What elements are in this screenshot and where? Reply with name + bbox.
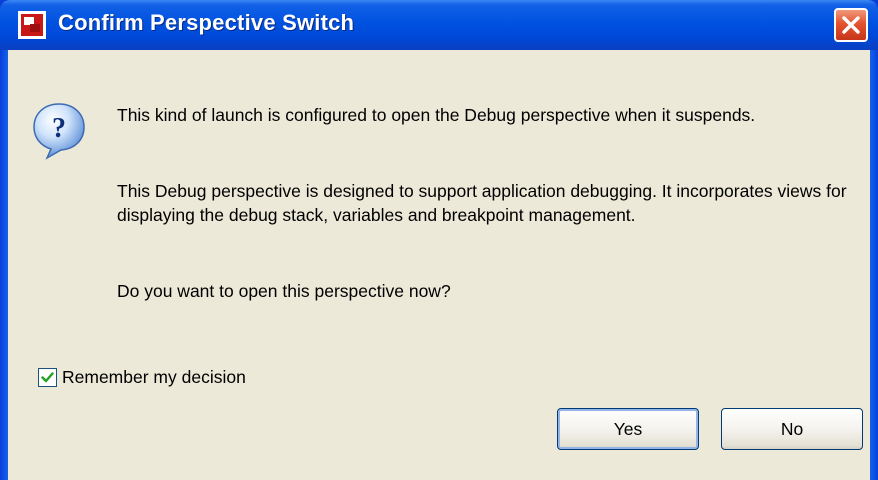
remember-decision-checkbox-row[interactable]: Remember my decision	[38, 366, 246, 388]
close-button[interactable]	[834, 8, 868, 42]
remember-decision-label[interactable]: Remember my decision	[62, 367, 246, 388]
window-title: Confirm Perspective Switch	[58, 10, 355, 35]
svg-text:?: ?	[52, 113, 66, 144]
close-icon	[842, 16, 860, 34]
window-frame-left	[0, 50, 8, 480]
app-icon	[18, 11, 46, 39]
question-icon: ?	[33, 103, 85, 160]
no-button[interactable]: No	[721, 408, 863, 450]
message-question: Do you want to open this perspective now…	[117, 281, 451, 301]
message-perspective-description: This Debug perspective is designed to su…	[117, 181, 847, 225]
window-frame-right	[870, 50, 878, 480]
yes-button[interactable]: Yes	[557, 408, 699, 450]
dialog-body: ? This kind of launch is configured to o…	[8, 50, 870, 480]
dialog-window: Confirm Perspective Switch ? This kind o…	[0, 0, 878, 480]
title-bar[interactable]: Confirm Perspective Switch	[0, 0, 878, 50]
remember-decision-checkbox[interactable]	[38, 367, 57, 387]
message-launch-config: This kind of launch is configured to ope…	[117, 105, 756, 125]
checkmark-icon	[41, 371, 54, 382]
